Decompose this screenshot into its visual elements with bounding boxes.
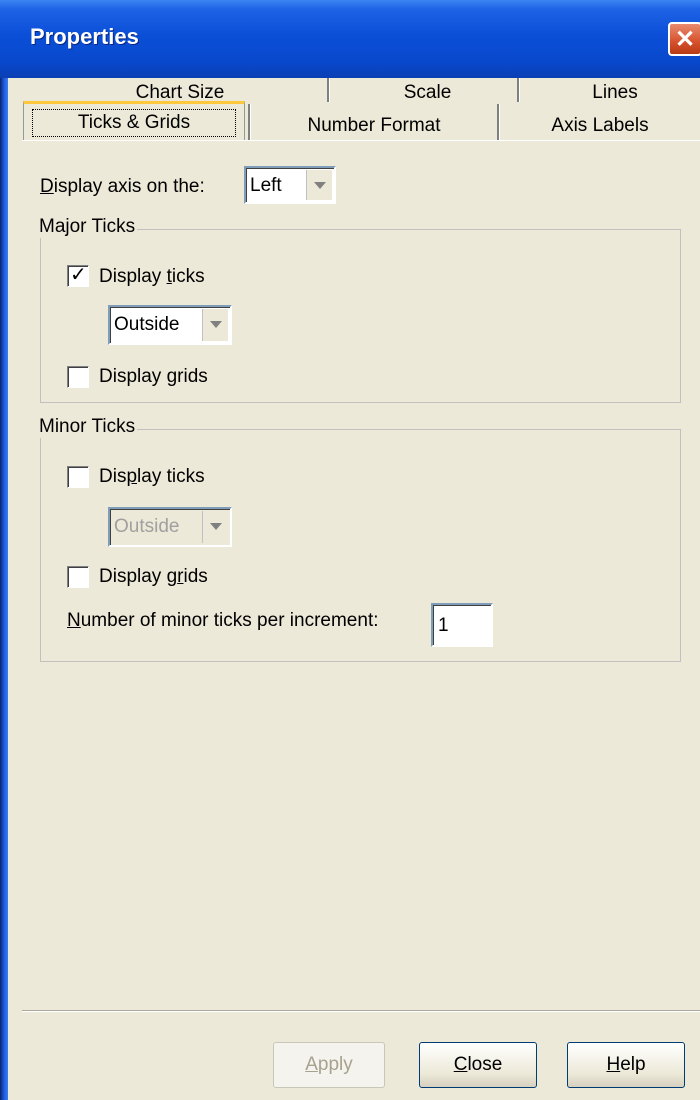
minor-ticks-legend: Minor Ticks	[39, 416, 138, 438]
label-text: Dis	[99, 466, 127, 487]
label-text: isplay axis on the:	[53, 176, 205, 197]
minor-display-ticks-label[interactable]: Display ticks	[99, 466, 205, 488]
tab-lines[interactable]: Lines	[530, 82, 700, 104]
major-display-grids-label[interactable]: Display grids	[99, 366, 208, 388]
mnemonic: g	[166, 366, 178, 387]
tab-ticks-grids-label: Ticks & Grids	[77, 112, 191, 133]
help-button[interactable]: Help	[567, 1042, 685, 1088]
minor-ticks-position-select[interactable]: Outside	[108, 507, 232, 547]
tab-panel-top-edge	[22, 140, 700, 141]
chevron-down-icon[interactable]	[306, 170, 332, 200]
tab-divider	[517, 78, 520, 102]
label-text: lay ticks	[137, 466, 205, 487]
chevron-down-icon[interactable]	[202, 309, 228, 341]
display-axis-select[interactable]: Left	[244, 166, 336, 204]
close-button[interactable]: Close	[419, 1042, 537, 1088]
display-axis-label: Display axis on the:	[40, 176, 205, 198]
minor-ticks-per-increment-input[interactable]: 1	[431, 603, 493, 647]
minor-display-ticks-checkbox[interactable]	[67, 466, 89, 488]
label-text: ids	[183, 566, 208, 587]
mnemonic: D	[40, 176, 54, 197]
button-label: pply	[317, 1054, 353, 1075]
minor-ticks-per-increment-value: 1	[438, 615, 449, 636]
properties-dialog: Properties ✕ Chart Size Scale Lines Tick…	[0, 0, 700, 1100]
window-title: Properties	[30, 24, 139, 49]
label-text: Display	[99, 366, 167, 387]
window-left-border	[0, 0, 8, 1100]
mnemonic: A	[305, 1054, 318, 1075]
apply-button[interactable]: Apply	[273, 1042, 385, 1088]
label-text: Display g	[99, 566, 178, 587]
major-ticks-legend: Major Ticks	[39, 216, 138, 238]
display-axis-value: Left	[250, 175, 282, 196]
label-text: icks	[171, 266, 205, 287]
mnemonic: H	[606, 1054, 621, 1075]
mnemonic: C	[453, 1054, 468, 1075]
check-icon: ✓	[70, 264, 87, 286]
tab-divider	[248, 104, 251, 140]
tab-ticks-grids[interactable]: Ticks & Grids	[23, 101, 245, 141]
tab-divider	[497, 104, 500, 140]
major-display-grids-checkbox[interactable]	[67, 366, 89, 388]
major-ticks-position-select[interactable]: Outside	[108, 305, 232, 345]
tab-divider	[327, 78, 330, 102]
label-text: Display	[99, 266, 167, 287]
chevron-down-icon[interactable]	[202, 511, 228, 543]
tab-scale[interactable]: Scale	[340, 82, 515, 104]
major-display-ticks-label[interactable]: Display ticks	[99, 266, 205, 288]
mnemonic: p	[126, 466, 138, 487]
mnemonic: N	[67, 610, 81, 631]
label-text: rids	[177, 366, 208, 387]
button-label: lose	[467, 1054, 503, 1075]
tab-axis-labels[interactable]: Axis Labels	[510, 115, 690, 137]
minor-per-increment-label: Number of minor ticks per increment:	[67, 610, 379, 632]
tab-number-format[interactable]: Number Format	[260, 115, 488, 137]
major-display-ticks-checkbox[interactable]: ✓	[67, 264, 89, 287]
title-bar[interactable]: Properties ✕	[0, 0, 700, 78]
label-text: umber of minor ticks per increment:	[80, 610, 379, 631]
minor-ticks-position-value: Outside	[114, 516, 180, 537]
minor-display-grids-checkbox[interactable]	[67, 566, 89, 588]
minor-display-grids-label[interactable]: Display grids	[99, 566, 208, 588]
button-label: elp	[620, 1054, 646, 1075]
close-window-button[interactable]: ✕	[668, 22, 700, 56]
footer-separator	[22, 1010, 700, 1012]
major-ticks-position-value: Outside	[114, 314, 180, 335]
